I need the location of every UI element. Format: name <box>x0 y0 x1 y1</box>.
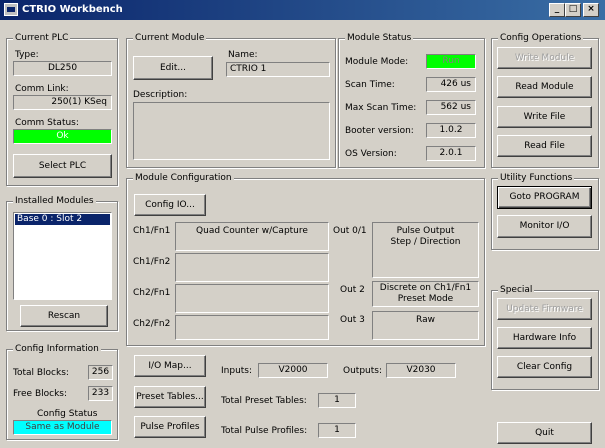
module-mode-label: Module Mode: <box>345 57 409 67</box>
ch1fn2-label: Ch1/Fn2 <box>133 257 171 267</box>
clear-config-button[interactable]: Clear Config <box>497 356 592 378</box>
window-title: CTRIO Workbench <box>22 4 123 15</box>
free-blocks-field: 233 <box>88 386 113 401</box>
rescan-button[interactable]: Rescan <box>20 305 108 327</box>
ch1fn2-field <box>175 253 329 282</box>
select-plc-button[interactable]: Select PLC <box>13 154 112 178</box>
config-status-label: Config Status <box>37 409 98 419</box>
update-firmware-button[interactable]: Update Firmware <box>497 298 592 320</box>
monitor-io-button[interactable]: Monitor I/O <box>497 215 592 238</box>
write-module-button[interactable]: Write Module <box>497 47 592 69</box>
preset-tables-button[interactable]: Preset Tables... <box>134 386 206 408</box>
goto-program-button[interactable]: Goto PROGRAM <box>497 186 592 209</box>
pulse-profiles-button[interactable]: Pulse Profiles <box>134 416 206 438</box>
read-module-button[interactable]: Read Module <box>497 76 592 98</box>
total-blocks-label: Total Blocks: <box>13 368 69 378</box>
inputs-label: Inputs: <box>221 366 253 376</box>
booter-version-field: 1.0.2 <box>426 123 476 138</box>
config-io-button[interactable]: Config IO... <box>134 194 206 216</box>
write-file-button[interactable]: Write File <box>497 106 592 128</box>
config-info-title: Config Information <box>13 344 101 355</box>
total-preset-tables-field: 1 <box>318 393 356 408</box>
module-configuration-title: Module Configuration <box>133 173 234 184</box>
comm-link-field: 250(1) KSeq <box>13 95 112 110</box>
free-blocks-label: Free Blocks: <box>13 389 68 399</box>
ch2fn2-label: Ch2/Fn2 <box>133 319 171 329</box>
config-status-field: Same as Module <box>13 420 112 435</box>
title-bar[interactable]: CTRIO Workbench _ □ × <box>0 0 605 20</box>
out01-line1: Pulse Output <box>396 226 455 236</box>
current-module-title: Current Module <box>133 33 207 44</box>
booter-version-label: Booter version: <box>345 126 414 136</box>
outputs-field: V2030 <box>386 363 456 378</box>
os-version-field: 2.0.1 <box>426 146 476 161</box>
edit-button[interactable]: Edit... <box>133 56 213 80</box>
comm-status-label: Comm Status: <box>15 118 79 128</box>
close-button[interactable]: × <box>583 3 599 17</box>
list-item[interactable]: Base 0 : Slot 2 <box>15 214 110 225</box>
plc-type-field: DL250 <box>13 61 112 76</box>
scan-time-label: Scan Time: <box>345 80 395 90</box>
max-scan-time-field: 562 us <box>426 100 476 115</box>
out3-field: Raw <box>372 311 479 340</box>
out2-line2: Preset Mode <box>397 294 454 304</box>
scan-time-field: 426 us <box>426 77 476 92</box>
current-plc-title: Current PLC <box>13 33 71 44</box>
comm-status-field: Ok <box>13 129 112 144</box>
out2-label: Out 2 <box>340 285 365 295</box>
io-map-button[interactable]: I/O Map... <box>134 355 206 377</box>
out01-field: Pulse Output Step / Direction <box>372 222 479 278</box>
ch1fn1-label: Ch1/Fn1 <box>133 226 171 236</box>
name-label: Name: <box>228 50 258 60</box>
total-pulse-profiles-label: Total Pulse Profiles: <box>221 426 308 436</box>
minimize-button[interactable]: _ <box>549 3 565 17</box>
ch2fn1-label: Ch2/Fn1 <box>133 288 171 298</box>
os-version-label: OS Version: <box>345 149 397 159</box>
total-blocks-field: 256 <box>88 365 113 380</box>
out2-line1: Discrete on Ch1/Fn1 <box>379 283 472 293</box>
out3-label: Out 3 <box>340 315 365 325</box>
quit-button[interactable]: Quit <box>497 422 592 444</box>
module-mode-field: Run <box>426 54 476 69</box>
out2-field: Discrete on Ch1/Fn1 Preset Mode <box>372 281 479 307</box>
read-file-button[interactable]: Read File <box>497 135 592 157</box>
module-status-title: Module Status <box>345 33 414 44</box>
utility-functions-title: Utility Functions <box>498 173 575 184</box>
max-scan-time-label: Max Scan Time: <box>345 103 417 113</box>
special-title: Special <box>498 285 535 296</box>
description-field <box>133 102 330 160</box>
ch2fn2-field <box>175 315 329 340</box>
outputs-label: Outputs: <box>343 366 382 376</box>
config-operations-title: Config Operations <box>498 33 584 44</box>
name-field: CTRIO 1 <box>226 62 330 77</box>
inputs-field: V2000 <box>258 363 328 378</box>
maximize-button[interactable]: □ <box>565 3 581 17</box>
hardware-info-button[interactable]: Hardware Info <box>497 327 592 349</box>
description-label: Description: <box>133 90 188 100</box>
plc-type-label: Type: <box>15 50 39 60</box>
modules-listbox[interactable]: Base 0 : Slot 2 <box>13 212 112 300</box>
out01-label: Out 0/1 <box>333 226 367 236</box>
comm-link-label: Comm Link: <box>15 84 69 94</box>
installed-modules-title: Installed Modules <box>13 196 96 207</box>
total-preset-tables-label: Total Preset Tables: <box>221 396 307 406</box>
out01-line2: Step / Direction <box>390 237 461 247</box>
total-pulse-profiles-field: 1 <box>318 423 356 438</box>
ch1fn1-field: Quad Counter w/Capture <box>175 222 329 251</box>
app-icon <box>4 3 18 16</box>
ch2fn1-field <box>175 284 329 313</box>
